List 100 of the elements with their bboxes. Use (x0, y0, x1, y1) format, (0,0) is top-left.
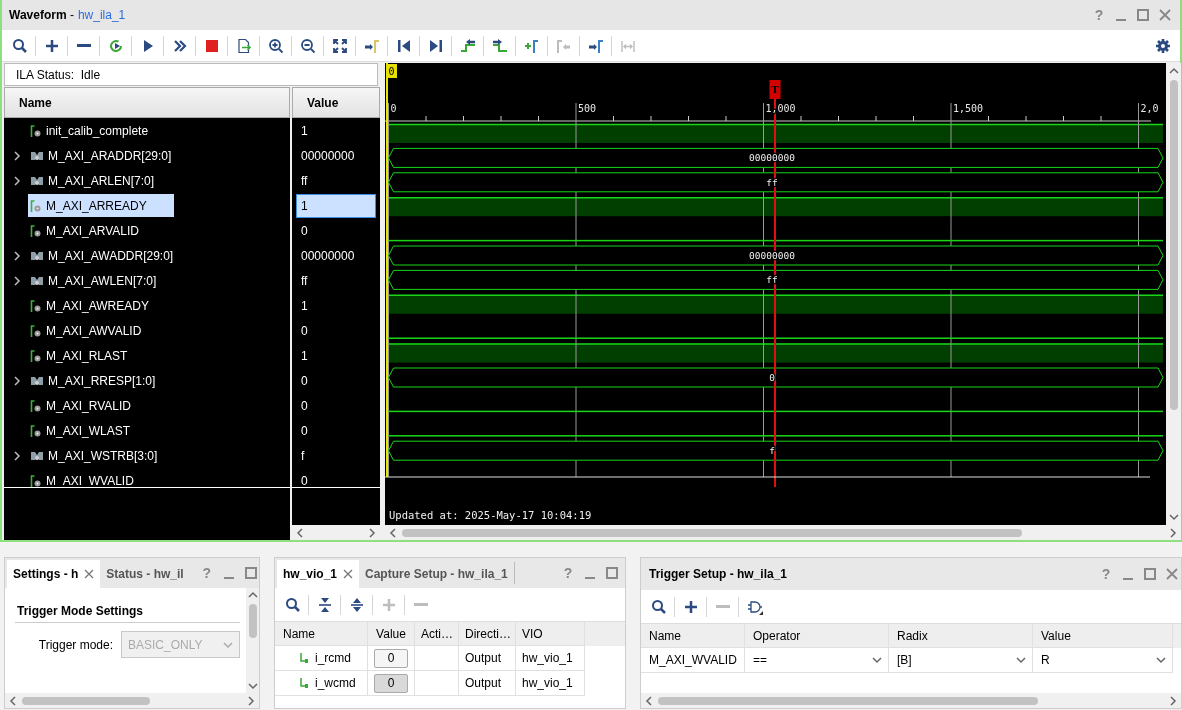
logic-gate-icon (746, 598, 763, 615)
signal-label: M_AXI_AWREADY (46, 298, 149, 313)
maximize-button[interactable] (1134, 6, 1152, 24)
bit-signal-icon (30, 323, 42, 338)
signal-value: 1 (300, 297, 309, 315)
horizontal-scrollbar[interactable] (5, 693, 259, 708)
signal-label: M_AXI_RRESP[1:0] (48, 373, 156, 388)
scroll-left-icon (8, 695, 18, 706)
close-icon (343, 569, 354, 579)
close-icon (84, 569, 95, 579)
probe-vio: hw_vio_1 (522, 651, 573, 665)
bit-signal-icon (30, 223, 42, 238)
horizontal-scrollbar[interactable] (641, 693, 1181, 708)
time-tick-label: 0 (390, 103, 397, 114)
bus-signal-icon (30, 449, 44, 462)
trigger-cursor-line[interactable] (774, 98, 776, 488)
panel-title: Waveform - (9, 8, 74, 22)
panel-tab[interactable]: hw_vio_1 (277, 560, 360, 588)
maximize-button[interactable] (1141, 565, 1159, 583)
expand-all-icon (348, 596, 365, 613)
panel-title: Trigger Setup - hw_ila_1 (649, 567, 788, 581)
operator-select[interactable]: == (745, 648, 889, 673)
minimize-icon (223, 577, 234, 579)
probe-link[interactable]: hw_ila_1 (77, 8, 126, 22)
signal-label: init_calib_complete (46, 123, 149, 138)
scroll-thumb[interactable] (22, 696, 150, 705)
scroll-thumb[interactable] (658, 696, 1038, 705)
signal-name[interactable]: M_AXI_AWVALID (28, 319, 146, 342)
signal-name[interactable]: M_AXI_ARVALID (28, 219, 143, 242)
bus-signal-icon (30, 174, 44, 187)
scroll-left-icon (295, 527, 305, 538)
signal-name[interactable]: M_AXI_AWADDR[29:0] (28, 244, 178, 267)
value-select[interactable]: R (1033, 648, 1173, 673)
signal-name[interactable]: M_AXI_ARADDR[29:0] (28, 144, 176, 167)
signal-value: ff (300, 172, 309, 190)
scroll-thumb[interactable] (1169, 80, 1178, 410)
updated-timestamp: Updated at: 2025-May-17 10:04:19 (389, 509, 592, 521)
column-header[interactable]: Value (292, 87, 380, 118)
trigger-probe-name: M_AXI_WVALID (649, 653, 737, 667)
horizontal-scrollbar[interactable] (385, 525, 1181, 540)
signal-name[interactable]: M_AXI_RLAST (28, 344, 132, 367)
scroll-right-icon (246, 695, 256, 706)
tab-label: hw_vio_1 (283, 567, 338, 581)
maximize-icon (243, 566, 258, 580)
origin-marker-label: 0 (388, 66, 395, 77)
signal-label: M_AXI_WVALID (46, 473, 134, 487)
scroll-left-icon (644, 695, 654, 706)
signal-name[interactable]: M_AXI_RVALID (28, 394, 135, 417)
close-icon (1165, 567, 1179, 581)
signal-value: 0 (300, 397, 309, 415)
output-probe-icon (299, 652, 309, 664)
search-icon (650, 598, 667, 615)
minus-icon (76, 44, 91, 47)
plus-icon (43, 37, 60, 54)
scroll-thumb[interactable] (248, 604, 257, 638)
signal-value: 00000000 (300, 147, 356, 165)
signal-name[interactable]: init_calib_complete (28, 119, 153, 142)
signal-value: ff (300, 272, 309, 290)
panel-tab[interactable]: Capture Setup - hw_ila_1 (359, 560, 514, 588)
signal-name[interactable]: M_AXI_AWLEN[7:0] (28, 269, 161, 292)
tab-label: Settings - h (13, 567, 79, 581)
minimize-icon (1123, 578, 1133, 580)
signal-name[interactable]: M_AXI_RRESP[1:0] (28, 369, 160, 392)
ila-status-field: ILA Status: Idle (4, 63, 378, 86)
scroll-thumb[interactable] (402, 528, 1022, 537)
settings-icon (1154, 37, 1171, 54)
column-header[interactable]: Name (4, 87, 290, 118)
minus-icon (413, 603, 428, 606)
signal-value: 0 (300, 472, 309, 487)
vertical-scrollbar[interactable] (246, 588, 259, 693)
bus-signal-icon (30, 249, 44, 262)
signal-name[interactable]: M_AXI_ARLEN[7:0] (28, 169, 159, 192)
signal-name[interactable]: M_AXI_WSTRB[3:0] (28, 444, 162, 467)
panel-tab[interactable]: Settings - h (7, 560, 101, 588)
panel-tab[interactable]: Status - hw_il (100, 560, 190, 588)
signal-label: M_AXI_AWADDR[29:0] (48, 248, 174, 263)
radix-select[interactable]: [B] (889, 648, 1033, 673)
signal-name[interactable]: M_AXI_WVALID (28, 469, 138, 487)
probe-direction: Output (465, 676, 502, 690)
scroll-right-icon (367, 527, 377, 538)
dropdown-caret-icon (872, 655, 882, 665)
signal-label: M_AXI_WSTRB[3:0] (48, 448, 158, 463)
vertical-scrollbar[interactable] (1166, 63, 1181, 525)
signal-name[interactable]: M_AXI_ARREADY (28, 194, 174, 217)
signal-name[interactable]: M_AXI_AWREADY (28, 294, 153, 317)
maximize-button[interactable] (603, 564, 621, 582)
probe-value-button[interactable]: 0 (374, 673, 408, 693)
bit-signal-icon (30, 348, 42, 363)
signal-label: M_AXI_ARADDR[29:0] (48, 148, 172, 163)
signal-name[interactable]: M_AXI_WLAST (28, 419, 135, 442)
bus-value: 0 (769, 372, 775, 383)
plus-icon (380, 596, 397, 613)
scroll-right-icon (1168, 695, 1178, 706)
signal-value: 0 (300, 372, 309, 390)
horizontal-scrollbar[interactable] (292, 525, 380, 540)
bus-signal-icon (30, 374, 44, 387)
trigger-marker[interactable] (769, 80, 781, 99)
signal-label: M_AXI_ARLEN[7:0] (48, 173, 155, 188)
field-label: Trigger mode: (38, 637, 113, 652)
probe-value-button[interactable]: 0 (374, 648, 408, 668)
